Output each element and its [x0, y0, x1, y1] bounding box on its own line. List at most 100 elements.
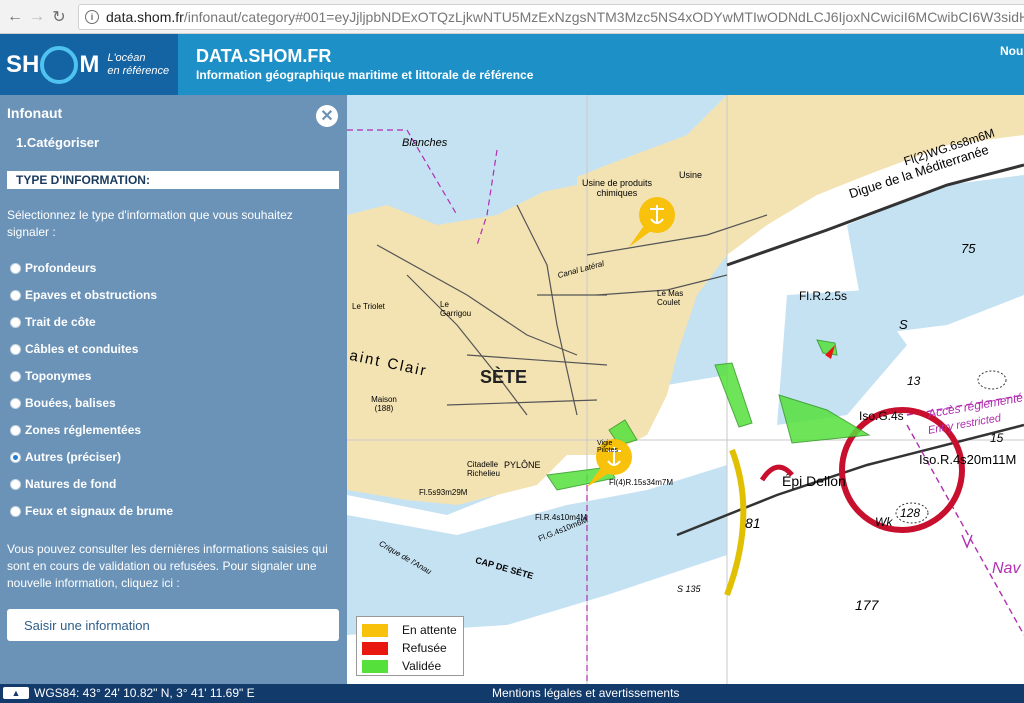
radio-button[interactable]: [10, 505, 21, 517]
radio-option[interactable]: Toponymes: [10, 369, 91, 383]
map-label: Iso.G.4s: [859, 409, 904, 423]
panel-title: Infonaut: [7, 105, 63, 121]
radio-button[interactable]: [10, 262, 21, 274]
legend-item: Validée: [362, 659, 441, 673]
radio-label: Feux et signaux de brume: [25, 504, 174, 518]
depth-label: 177: [855, 597, 879, 613]
url-path: /infonaut/category#001=eyJjljpbNDExOTQzL…: [183, 8, 1024, 25]
logo-word: SH M: [6, 45, 100, 84]
depth-label: 81: [745, 515, 761, 531]
shom-logo[interactable]: SH M L'océan en référence: [0, 34, 178, 95]
map-label: PYLÔNE: [504, 460, 541, 470]
header-nav-item[interactable]: Nou: [1000, 44, 1023, 58]
logo-tagline: L'océan en référence: [107, 52, 169, 78]
radio-option[interactable]: Natures de fond: [10, 477, 116, 491]
radio-option[interactable]: Epaves et obstructions: [10, 288, 157, 302]
radio-option[interactable]: Profondeurs: [10, 261, 96, 275]
radio-button[interactable]: [10, 424, 21, 436]
radio-label: Profondeurs: [25, 261, 97, 275]
radio-button[interactable]: [10, 397, 21, 409]
map-label: Fl.5s93m29M: [419, 488, 468, 497]
map-label: Iso.R.4s20m11M: [919, 452, 1017, 467]
radio-button[interactable]: [10, 370, 21, 382]
legend-swatch: [362, 623, 388, 637]
back-arrow-icon[interactable]: ←: [4, 6, 26, 28]
coordinates-readout: WGS84: 43° 24' 10.82" N, 3° 41' 11.69" E: [34, 686, 255, 700]
url-host: data.shom.fr: [106, 8, 184, 25]
close-icon[interactable]: ✕: [316, 105, 338, 127]
expand-toggle-icon[interactable]: ▲: [3, 687, 29, 699]
info-icon[interactable]: i: [85, 9, 99, 24]
radio-button[interactable]: [10, 343, 21, 355]
legend-label: Refusée: [402, 641, 447, 655]
chart-canvas: [347, 95, 1024, 684]
radio-button-checked[interactable]: [10, 451, 21, 463]
radio-label: Toponymes: [25, 369, 92, 383]
status-footer: ▲ WGS84: 43° 24' 10.82" N, 3° 41' 11.69"…: [0, 684, 1024, 703]
map-label: Fl(4)R.15s34m7M: [609, 478, 674, 487]
radio-label: Bouées, balises: [25, 396, 116, 410]
radio-option[interactable]: Trait de côte: [10, 315, 96, 329]
map-label: Le Triolet: [352, 302, 385, 311]
map-label: Blanches: [402, 137, 448, 149]
legend-item: En attente: [362, 623, 457, 637]
radio-option[interactable]: Bouées, balises: [10, 396, 116, 410]
legal-notice-link[interactable]: Mentions légales et avertissements: [492, 686, 679, 700]
map-label: Usine de produits chimiques: [581, 178, 653, 198]
radio-label: Natures de fond: [25, 477, 117, 491]
map-label: Maison (188): [371, 395, 397, 413]
radio-option[interactable]: Zones réglementées: [10, 423, 141, 437]
section-header: TYPE D'INFORMATION:: [7, 171, 339, 189]
radio-label: Autres (préciser): [25, 450, 122, 464]
submit-information-button[interactable]: Saisir une information: [7, 609, 339, 641]
depth-label: 15: [990, 431, 1004, 445]
logo-ring-icon: [40, 45, 79, 84]
map-label: Wk: [875, 515, 893, 529]
legend-label: En attente: [402, 623, 457, 637]
legend-item: Refusée: [362, 641, 447, 655]
legend-label: Validée: [402, 659, 442, 673]
map-label: Nav: [992, 560, 1021, 577]
map-label: Fl.R.2.5s: [799, 289, 848, 303]
radio-label: Epaves et obstructions: [25, 288, 158, 302]
depth-label: 128: [900, 506, 921, 520]
radio-label: Trait de côte: [25, 315, 96, 329]
reload-icon[interactable]: ↻: [48, 6, 70, 28]
forward-arrow-icon[interactable]: →: [26, 6, 48, 28]
site-subtitle: Information géographique maritime et lit…: [196, 68, 534, 82]
radio-option[interactable]: Autres (préciser): [10, 450, 121, 464]
depth-label: 13: [907, 374, 921, 388]
info-note: Vous pouvez consulter les dernières info…: [7, 542, 328, 590]
site-header: SH M L'océan en référence DATA.SHOM.FR I…: [0, 34, 1024, 95]
intro-text: Sélectionnez le type d'information que v…: [7, 208, 293, 239]
radio-label: Zones réglementées: [25, 423, 142, 437]
map-label: SÈTE: [480, 367, 528, 387]
legend-swatch: [362, 659, 388, 673]
depth-label: S: [899, 317, 908, 332]
map-label: Le Garrigou: [440, 300, 472, 318]
map-label: Le Mas Coulet: [657, 289, 684, 307]
radio-option[interactable]: Câbles et conduites: [10, 342, 138, 356]
map-label: Épi Dellon: [782, 473, 846, 489]
address-bar[interactable]: i data.shom.fr/infonaut/category#001=eyJ…: [78, 3, 1024, 30]
depth-label: 75: [961, 241, 976, 256]
radio-button[interactable]: [10, 289, 21, 301]
browser-toolbar: ← → ↻ i data.shom.fr/infonaut/category#0…: [0, 0, 1024, 34]
infonaut-panel: Infonaut ✕ 1.Catégoriser TYPE D'INFORMAT…: [0, 95, 347, 684]
legend-swatch: [362, 641, 388, 655]
radio-button[interactable]: [10, 316, 21, 328]
logo-text-right: M: [79, 50, 100, 78]
nautical-chart-map[interactable]: Blanches Usine de produits chimiques Usi…: [347, 95, 1024, 684]
site-title[interactable]: DATA.SHOM.FR: [196, 46, 331, 67]
logo-tagline-line2: en référence: [107, 64, 170, 77]
radio-option[interactable]: Feux et signaux de brume: [10, 504, 173, 518]
map-label: Vigie Pilotes: [597, 440, 619, 454]
logo-text-left: SH: [6, 50, 40, 78]
radio-label: Câbles et conduites: [25, 342, 139, 356]
depth-label: S 135: [677, 584, 701, 594]
status-legend: En attente Refusée Validée: [356, 616, 464, 676]
radio-button[interactable]: [10, 478, 21, 490]
logo-tagline-line1: L'océan: [107, 51, 146, 64]
step-title: 1.Catégoriser: [16, 135, 100, 150]
map-label: Usine: [679, 170, 703, 180]
